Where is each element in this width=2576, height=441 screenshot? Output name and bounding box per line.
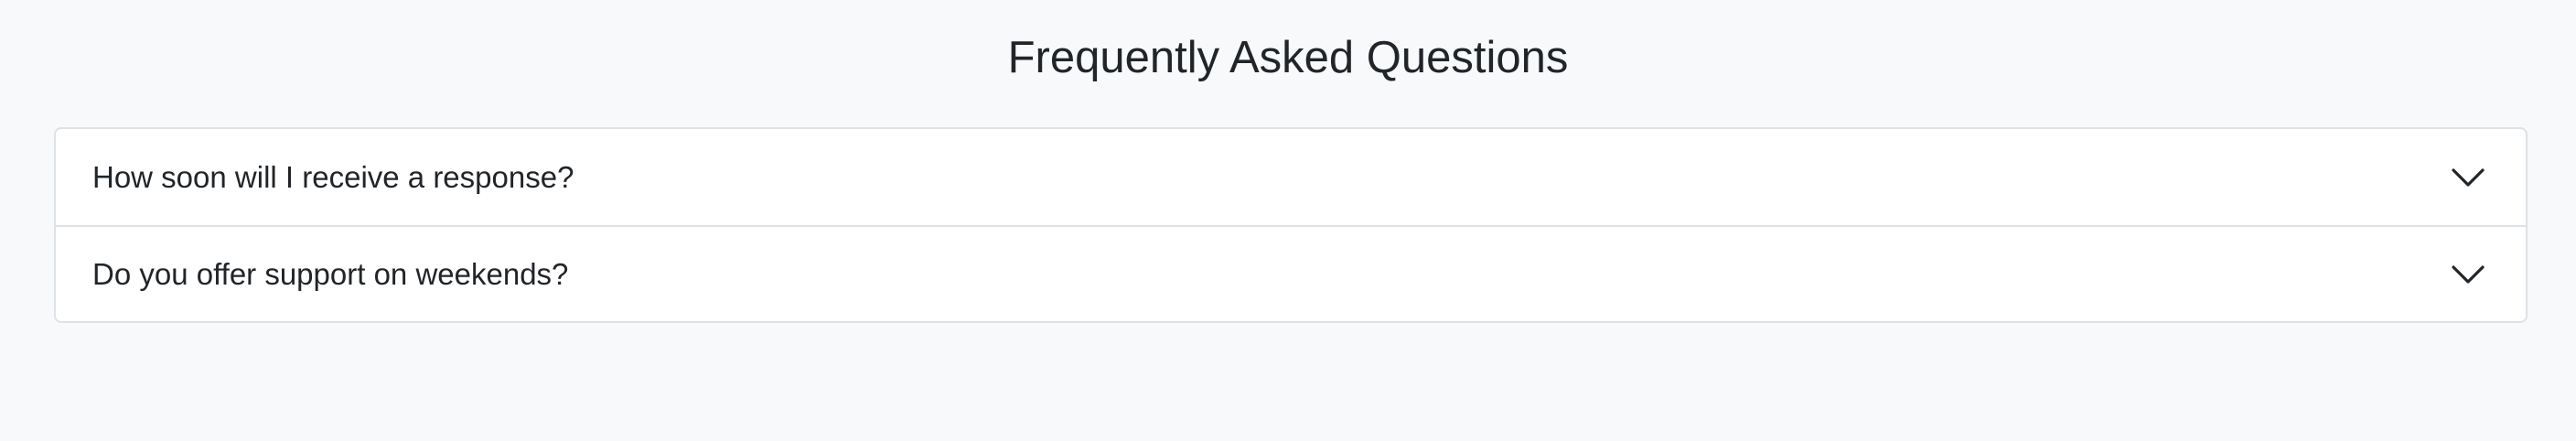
- faq-question-weekend-support-button[interactable]: Do you offer support on weekends?: [56, 227, 2526, 321]
- faq-question-text: Do you offer support on weekends?: [92, 256, 569, 291]
- faq-item-response-time: How soon will I receive a response?: [56, 129, 2526, 225]
- faq-section: Frequently Asked Questions How soon will…: [0, 0, 2576, 441]
- faq-title: Frequently Asked Questions: [1007, 33, 1569, 82]
- faq-question-response-time-button[interactable]: How soon will I receive a response?: [56, 129, 2526, 225]
- faq-item-weekend-support: Do you offer support on weekends?: [56, 225, 2526, 321]
- faq-question-text: How soon will I receive a response?: [92, 159, 574, 194]
- chevron-down-icon: [2452, 264, 2485, 284]
- faq-accordion: How soon will I receive a response? Do y…: [54, 127, 2528, 323]
- chevron-down-icon: [2452, 167, 2485, 187]
